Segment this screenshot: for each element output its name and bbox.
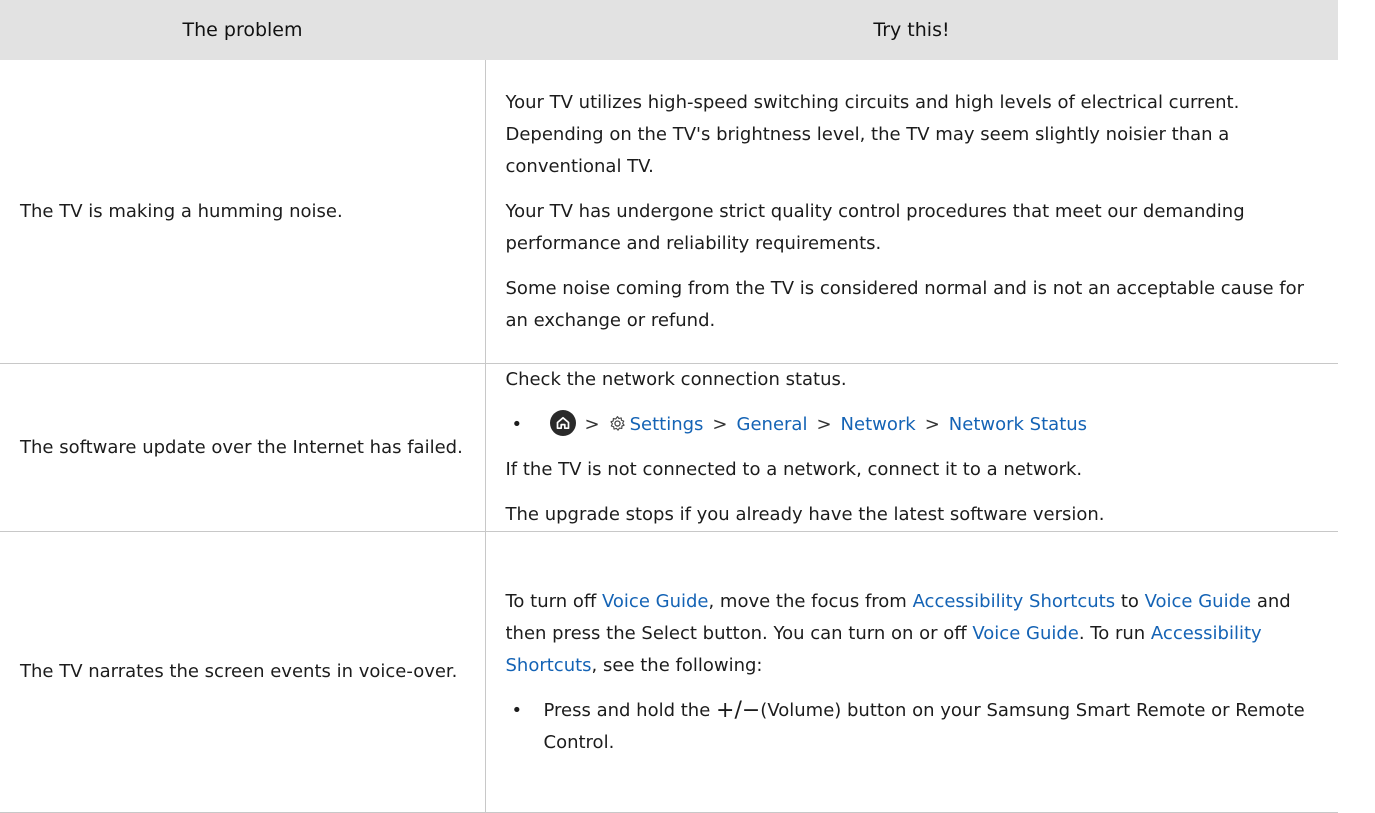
gear-icon [609,415,625,431]
troubleshooting-page: The problem Try this! The TV is making a… [0,0,1375,813]
header-problem: The problem [0,0,485,60]
solution-paragraph: If the TV is not connected to a network,… [505,459,1083,480]
bullet-dot: • [511,414,523,435]
solution-cell: Check the network connection status. • >… [484,363,1338,532]
voice-guide-link[interactable]: Voice Guide [972,623,1078,644]
solution-paragraph: Your TV utilizes high-speed switching ci… [505,91,1240,177]
volume-plus-minus-icon: +/− [716,697,761,723]
solution-cell: To turn off Voice Guide, move the focus … [484,531,1338,813]
chevron-right-icon: > [712,414,728,435]
solution-paragraph: Your TV has undergone strict quality con… [505,200,1245,254]
solution-paragraph: The upgrade stops if you already have th… [505,504,1105,525]
chevron-right-icon: > [584,414,600,435]
text-run: , see the following: [591,654,763,676]
chevron-right-icon: > [924,414,940,435]
text-run: To turn off [505,590,602,612]
chevron-right-icon: > [816,414,832,435]
text-run: , move the focus from [708,590,913,612]
solution-paragraph: Check the network connection status. [505,369,847,390]
text-run: . To run [1078,622,1151,644]
network-link[interactable]: Network [841,414,916,435]
table-row: The TV narrates the screen events in voi… [0,531,1338,813]
voice-guide-link[interactable]: Voice Guide [602,591,708,612]
text-run: to [1115,590,1145,612]
settings-link[interactable]: Settings [630,414,704,435]
network-status-link[interactable]: Network Status [949,414,1087,435]
table-header-row: The problem Try this! [0,0,1338,60]
table-row: The software update over the Internet ha… [0,363,1338,532]
solution-paragraph: Some noise coming from the TV is conside… [505,277,1305,331]
problem-cell: The TV is making a humming noise. [0,60,485,364]
solution-paragraph: To turn off Voice Guide, move the focus … [506,586,1319,682]
problem-cell: The TV narrates the screen events in voi… [0,531,485,813]
home-icon[interactable] [549,410,576,436]
volume-bullet: • Press and hold the +/−(Volume) button … [506,695,1319,759]
menu-path-bullet: • > Settings > General > Network > Network Stat… [506,409,1319,441]
problem-cell: The software update over the Internet ha… [0,363,485,532]
table-row: The TV is making a humming noise. Your T… [0,60,1338,364]
accessibility-shortcuts-link[interactable]: Accessibility Shortcuts [913,591,1116,612]
troubleshooting-table: The problem Try this! The TV is making a… [0,0,1338,813]
voice-guide-link[interactable]: Voice Guide [1145,591,1251,612]
solution-cell: Your TV utilizes high-speed switching ci… [484,60,1338,364]
header-try-this: Try this! [485,0,1338,60]
general-link[interactable]: General [737,414,808,435]
bullet-dot: • [511,699,523,721]
text-run: Press and hold the [543,699,717,721]
